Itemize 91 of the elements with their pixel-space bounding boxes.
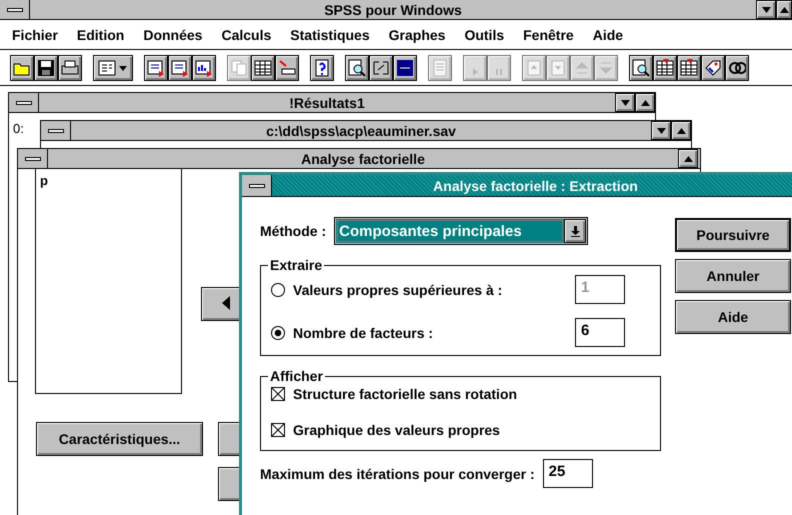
minimize-button[interactable] bbox=[651, 121, 671, 140]
group-title: Extraire bbox=[269, 257, 324, 273]
pause-icon bbox=[496, 68, 502, 74]
table-icon bbox=[656, 58, 674, 76]
magnifier-icon bbox=[348, 58, 366, 76]
window-title: c:\dd\spss\acp\eauminer.sav bbox=[265, 122, 457, 140]
menu-item[interactable]: Statistiques bbox=[290, 26, 370, 42]
menu-item[interactable]: Edition bbox=[76, 26, 124, 42]
up-arrow-icon bbox=[640, 100, 650, 106]
copy-icon bbox=[230, 58, 248, 76]
toolbar-button[interactable] bbox=[93, 54, 133, 80]
input-field[interactable]: 6 bbox=[575, 318, 625, 347]
toolbar-button[interactable] bbox=[629, 54, 653, 80]
table-icon bbox=[254, 58, 272, 76]
page-up-icon bbox=[525, 58, 543, 76]
checkbox[interactable] bbox=[271, 387, 285, 401]
maximize-button[interactable] bbox=[776, 0, 792, 19]
checkbox[interactable] bbox=[271, 423, 285, 437]
chart-icon bbox=[195, 58, 213, 76]
method-dropdown[interactable]: Composantes principales bbox=[334, 217, 588, 245]
method-label: Méthode : bbox=[260, 223, 326, 239]
toolbar-button[interactable] bbox=[144, 54, 168, 80]
report-icon bbox=[431, 58, 449, 76]
menu-item[interactable]: Fichier bbox=[12, 26, 58, 42]
menu-item[interactable]: Fenêtre bbox=[523, 26, 574, 42]
list-item[interactable]: p bbox=[40, 173, 177, 188]
insert-row-icon bbox=[278, 58, 296, 76]
up-arrow-icon bbox=[780, 6, 788, 12]
down-arrow-icon bbox=[656, 128, 666, 134]
output-text: 0: bbox=[13, 121, 24, 136]
menu-item[interactable]: Aide bbox=[592, 26, 624, 42]
dialog-button[interactable]: Poursuivre bbox=[675, 218, 791, 252]
toolbar-button[interactable] bbox=[677, 54, 701, 80]
iterations-label: Maximum des itérations pour converger : bbox=[260, 466, 535, 482]
table-icon bbox=[680, 58, 698, 76]
dialog-button[interactable]: Annuler bbox=[675, 259, 791, 293]
system-menu-button[interactable] bbox=[242, 175, 272, 196]
toolbar-button[interactable] bbox=[10, 54, 34, 80]
dialog-title: Analyse factorielle bbox=[300, 150, 426, 168]
down-arrow-icon bbox=[762, 6, 770, 12]
magnifier-icon bbox=[632, 58, 650, 76]
radio-label: Valeurs propres supérieures à : bbox=[293, 282, 504, 298]
toolbar-button[interactable] bbox=[34, 54, 58, 80]
toolbar-button[interactable] bbox=[725, 54, 749, 80]
left-arrow-icon bbox=[222, 296, 230, 310]
checkbox-label: Structure factorielle sans rotation bbox=[293, 386, 518, 402]
window-title: !Résultats1 bbox=[288, 94, 366, 112]
toolbar-button[interactable] bbox=[310, 54, 334, 80]
page-down-icon bbox=[549, 58, 567, 76]
characteristics-button[interactable]: Caractéristiques... bbox=[36, 422, 203, 456]
layout-dropdown-icon bbox=[98, 58, 128, 76]
dialog-button[interactable]: Aide bbox=[675, 300, 791, 334]
play-icon bbox=[472, 68, 478, 76]
down-arrow-icon bbox=[620, 100, 630, 106]
printer-icon bbox=[61, 58, 79, 76]
toolbar-button[interactable] bbox=[192, 54, 216, 80]
radio-button[interactable] bbox=[271, 282, 285, 296]
maximize-button[interactable] bbox=[635, 93, 655, 112]
toolbar-button[interactable] bbox=[393, 54, 417, 80]
scroll-up-button[interactable] bbox=[678, 149, 698, 168]
up-arrow-icon bbox=[676, 128, 686, 134]
dropdown-arrow-icon bbox=[570, 226, 580, 236]
toolbar-button[interactable] bbox=[369, 54, 393, 80]
toolbar-button[interactable] bbox=[251, 54, 275, 80]
toolbar-button[interactable] bbox=[58, 54, 82, 80]
document-icon bbox=[147, 58, 165, 76]
floppy-icon bbox=[37, 58, 55, 76]
menu-item[interactable]: Calculs bbox=[221, 26, 272, 42]
variable-list[interactable]: p bbox=[35, 168, 182, 394]
input-field[interactable]: 25 bbox=[542, 459, 593, 488]
maximize-button[interactable] bbox=[671, 121, 691, 140]
up-arrow-icon bbox=[684, 156, 692, 162]
toolbar-button[interactable] bbox=[345, 54, 369, 80]
document-icon bbox=[171, 58, 189, 76]
menu-item[interactable]: Données bbox=[143, 26, 202, 42]
window-title: SPSS pour Windows bbox=[323, 0, 463, 19]
toolbar-button[interactable] bbox=[168, 54, 192, 80]
radio-button[interactable] bbox=[271, 326, 285, 340]
tag-icon bbox=[704, 58, 722, 76]
group-title: Afficher bbox=[269, 368, 324, 384]
checkbox-label: Graphique des valeurs propres bbox=[293, 422, 500, 438]
minimize-button[interactable] bbox=[756, 0, 776, 19]
toolbar-button[interactable] bbox=[701, 54, 725, 80]
menu-item[interactable]: Outils bbox=[464, 26, 504, 42]
radio-label: Nombre de facteurs : bbox=[293, 324, 434, 340]
toolbar-button[interactable] bbox=[275, 54, 299, 80]
minimize-button[interactable] bbox=[615, 93, 635, 112]
toolbar-button[interactable] bbox=[653, 54, 677, 80]
dialog-title: Analyse factorielle : Extraction bbox=[432, 176, 639, 196]
help-icon bbox=[313, 58, 331, 76]
menu-item[interactable]: Graphes bbox=[388, 26, 446, 42]
